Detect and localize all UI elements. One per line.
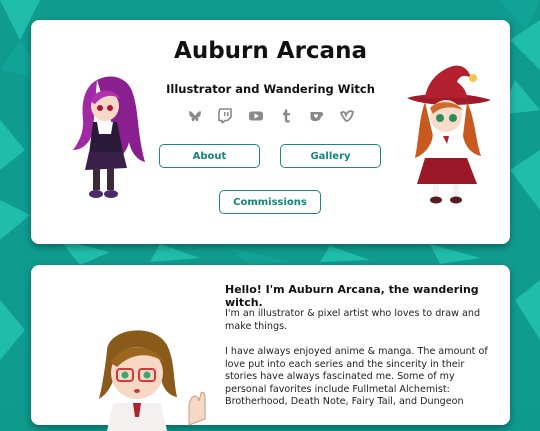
profile-card: Auburn Arcana Illustrator and Wandering … bbox=[31, 20, 510, 244]
twitch-icon[interactable] bbox=[216, 107, 234, 125]
about-button[interactable]: About bbox=[159, 144, 260, 168]
purple-haired-character-illustration bbox=[73, 76, 145, 198]
tumblr-icon[interactable] bbox=[277, 107, 295, 125]
vgen-icon[interactable] bbox=[338, 107, 356, 125]
gallery-button[interactable]: Gallery bbox=[280, 144, 381, 168]
commissions-button[interactable]: Commissions bbox=[219, 190, 321, 214]
bio-paragraph: I'm an illustrator & pixel artist who lo… bbox=[225, 308, 481, 332]
about-card: Hello! I'm Auburn Arcana, the wandering … bbox=[31, 265, 510, 431]
youtube-icon[interactable] bbox=[247, 107, 265, 125]
bio-paragraph: I have always enjoyed anime & manga. The… bbox=[225, 346, 488, 408]
waving-character-illustration bbox=[99, 330, 206, 431]
social-links bbox=[186, 107, 356, 125]
bio-heading: Hello! I'm Auburn Arcana, the wandering … bbox=[225, 283, 479, 309]
bluesky-icon[interactable] bbox=[186, 107, 204, 125]
kofi-icon[interactable] bbox=[308, 107, 326, 125]
witch-character-illustration bbox=[407, 65, 491, 204]
